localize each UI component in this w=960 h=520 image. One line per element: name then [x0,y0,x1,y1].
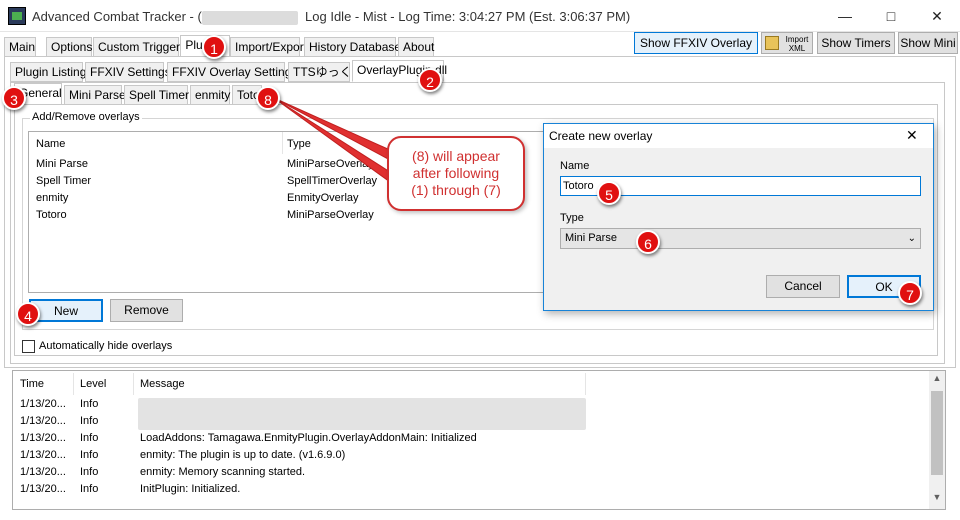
log-col-message[interactable]: Message [140,378,185,390]
scroll-down-icon[interactable]: ▼ [929,492,945,506]
log-time: 1/13/20... [20,432,66,444]
type-select-value: Mini Parse [565,232,617,244]
redacted-messages [138,398,586,430]
scroll-up-icon[interactable]: ▲ [929,373,945,387]
type-label: Type [560,212,584,224]
log-message: InitPlugin: Initialized. [140,483,241,495]
callout-line: (8) will appear [412,148,500,164]
log-message: LoadAddons: Tamagawa.EnmityPlugin.Overla… [140,432,477,444]
step-badge: 2 [418,68,442,92]
step-badge: 4 [16,302,40,326]
callout-arrow-upper [273,97,391,161]
log-time: 1/13/20... [20,483,66,495]
column-divider [133,373,134,395]
log-time: 1/13/20... [20,398,66,410]
log-level: Info [80,466,99,478]
log-message: enmity: The plugin is up to date. (v1.6.… [140,449,346,461]
dialog-title: Create new overlay [549,129,653,143]
name-label: Name [560,160,590,172]
callout-box: (8) will appear after following (1) thro… [387,136,525,211]
step-badge: 7 [898,281,922,305]
log-col-time[interactable]: Time [20,378,44,390]
step-badge: 1 [202,35,226,59]
log-col-level[interactable]: Level [80,378,106,390]
log-time: 1/13/20... [20,466,66,478]
log-level: Info [80,432,99,444]
type-select[interactable]: Mini Parse ⌄ [560,228,921,249]
callout-line: after following [412,165,500,181]
log-level: Info [80,398,99,410]
log-scrollbar[interactable]: ▲ ▼ [929,371,945,509]
log-level: Info [80,449,99,461]
callout-arrow-lower [273,97,391,183]
step-badge: 8 [256,86,280,110]
log-level: Info [80,483,99,495]
dialog-close-icon[interactable]: ✕ [906,127,918,144]
log-time: 1/13/20... [20,415,66,427]
log-time: 1/13/20... [20,449,66,461]
log-level: Info [80,415,99,427]
column-divider [73,373,74,395]
column-divider [585,373,586,395]
step-badge: 5 [597,181,621,205]
callout-line: (1) through (7) [411,182,501,198]
create-overlay-dialog: Create new overlay ✕ Name Totoro Type Mi… [543,123,934,311]
scrollbar-thumb[interactable] [931,391,943,475]
cancel-button[interactable]: Cancel [766,275,840,298]
log-message: enmity: Memory scanning started. [140,466,306,478]
step-badge: 6 [636,230,660,254]
step-badge: 3 [2,86,26,110]
chevron-down-icon: ⌄ [907,233,916,244]
